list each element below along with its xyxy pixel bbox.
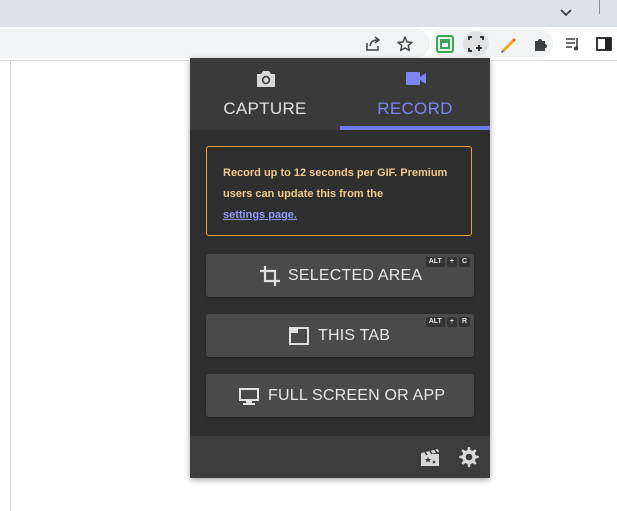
selected-area-button[interactable]: SELECTED AREA ALT + C (206, 254, 474, 297)
popup-footer (190, 436, 490, 478)
monitor-icon (239, 388, 259, 405)
hotkey-key: ALT (425, 257, 445, 267)
popup-tabs: CAPTURE RECORD (190, 58, 490, 130)
selected-area-label: SELECTED AREA (288, 267, 423, 284)
full-screen-button[interactable]: FULL SCREEN OR APP (206, 374, 474, 417)
full-screen-label: FULL SCREEN OR APP (268, 387, 446, 404)
star-icon[interactable] (393, 32, 417, 56)
video-camera-icon (406, 72, 426, 85)
camera-icon (257, 71, 275, 87)
media-queue-icon[interactable] (561, 32, 585, 56)
hotkey-plus: + (446, 317, 457, 327)
tab-capture[interactable]: CAPTURE (190, 58, 340, 130)
puzzle-icon[interactable] (529, 32, 553, 56)
chevron-down-icon[interactable] (558, 4, 574, 20)
hotkey-plus: + (446, 257, 457, 267)
notice-text: Record up to 12 seconds per GIF. Premium… (223, 167, 448, 200)
selected-area-hotkey: ALT + C (425, 257, 470, 267)
share-icon[interactable] (361, 32, 385, 56)
browser-tab-icon (289, 327, 309, 345)
gif-limit-notice: Record up to 12 seconds per GIF. Premium… (206, 146, 472, 236)
tab-record-label: RECORD (377, 99, 453, 118)
pencil-extension-icon[interactable] (496, 32, 520, 56)
gif-recorder-extension-icon[interactable] (433, 32, 457, 56)
this-tab-label: THIS TAB (318, 327, 391, 344)
tab-capture-label: CAPTURE (223, 99, 307, 118)
browser-tab-strip (0, 0, 617, 27)
this-tab-hotkey: ALT + R (425, 317, 470, 327)
page-divider (10, 61, 11, 511)
clapperboard-icon[interactable] (419, 446, 441, 468)
side-panel-icon[interactable] (592, 32, 616, 56)
browser-toolbar (0, 27, 617, 61)
this-tab-button[interactable]: THIS TAB ALT + R (206, 314, 474, 357)
settings-gear-icon[interactable] (458, 446, 480, 468)
hotkey-key: C (458, 257, 470, 267)
crop-icon (260, 266, 280, 286)
active-tab-indicator (340, 126, 490, 130)
hotkey-key: R (458, 317, 470, 327)
tab-record[interactable]: RECORD (340, 58, 490, 130)
screenshot-extension-icon[interactable] (464, 32, 488, 56)
settings-page-link[interactable]: settings page. (223, 205, 455, 226)
hotkey-key: ALT (425, 317, 445, 327)
tab-strip-divider (599, 0, 600, 14)
extension-popup: CAPTURE RECORD Record up to 12 seconds p… (190, 58, 490, 478)
